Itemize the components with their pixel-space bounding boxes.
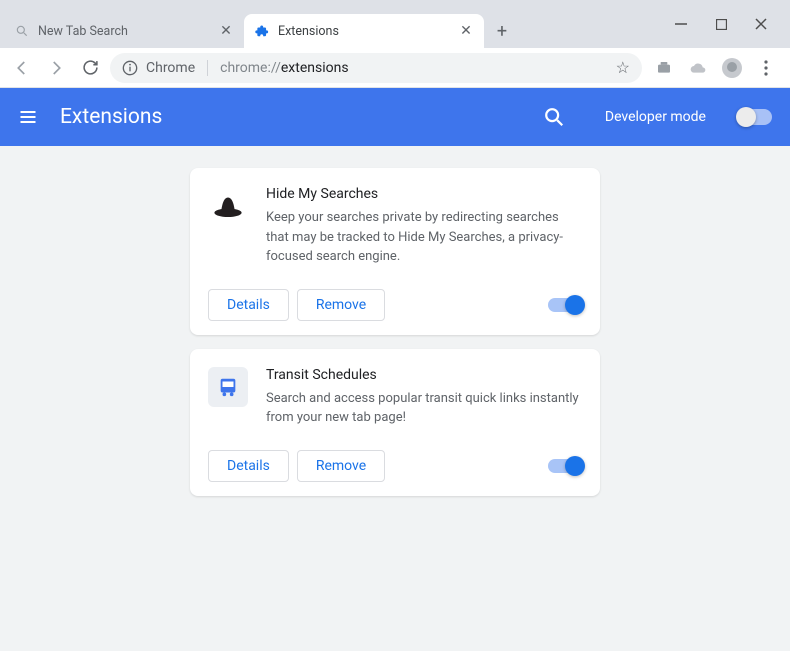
extension-action-cloud-icon[interactable] [688,58,708,78]
extension-description: Keep your searches private by redirectin… [266,208,582,267]
remove-button[interactable]: Remove [297,450,385,482]
info-icon [122,60,138,76]
window-controls [652,0,790,48]
tab-title: Extensions [278,24,450,39]
page-title: Extensions [60,105,162,129]
extension-name: Hide My Searches [266,186,582,202]
minimize-icon[interactable] [674,17,688,31]
extension-description: Search and access popular transit quick … [266,389,582,428]
titlebar: New Tab Search ✕ Extensions ✕ + [0,0,790,48]
extension-card: Hide My Searches Keep your searches priv… [190,168,600,335]
omnibox-chip: Chrome [146,60,195,76]
remove-button[interactable]: Remove [297,289,385,321]
omnibox[interactable]: Chrome chrome://extensions ☆ [110,53,642,83]
back-button[interactable] [8,54,36,82]
enable-toggle[interactable] [548,459,582,473]
profile-avatar[interactable] [722,58,742,78]
extensions-content: Hide My Searches Keep your searches priv… [0,146,790,651]
maximize-icon[interactable] [714,17,728,31]
bus-icon [208,367,248,407]
reload-button[interactable] [76,54,104,82]
hamburger-icon[interactable] [18,107,38,127]
search-icon[interactable] [543,106,565,128]
details-button[interactable]: Details [208,450,289,482]
enable-toggle[interactable] [548,298,582,312]
bookmark-star-icon[interactable]: ☆ [616,58,630,77]
extensions-header: Extensions Developer mode [0,88,790,146]
extension-name: Transit Schedules [266,367,582,383]
magnifier-icon [14,23,30,39]
developer-mode-label: Developer mode [605,109,706,125]
toolbar-icons [648,58,782,78]
extension-action-icon[interactable] [654,58,674,78]
toolbar: Chrome chrome://extensions ☆ [0,48,790,88]
close-window-icon[interactable] [754,17,768,31]
menu-button[interactable] [756,58,776,78]
puzzle-icon [254,23,270,39]
details-button[interactable]: Details [208,289,289,321]
developer-mode-toggle[interactable] [738,109,772,125]
new-tab-button[interactable]: + [488,17,516,45]
omnibox-divider [207,60,208,76]
close-icon[interactable]: ✕ [218,23,234,39]
hat-icon [208,186,248,226]
tab-title: New Tab Search [38,24,210,39]
tab-active[interactable]: Extensions ✕ [244,14,484,48]
close-icon[interactable]: ✕ [458,23,474,39]
omnibox-url: chrome://extensions [220,60,348,76]
tab-inactive[interactable]: New Tab Search ✕ [4,14,244,48]
forward-button[interactable] [42,54,70,82]
extension-card: Transit Schedules Search and access popu… [190,349,600,496]
